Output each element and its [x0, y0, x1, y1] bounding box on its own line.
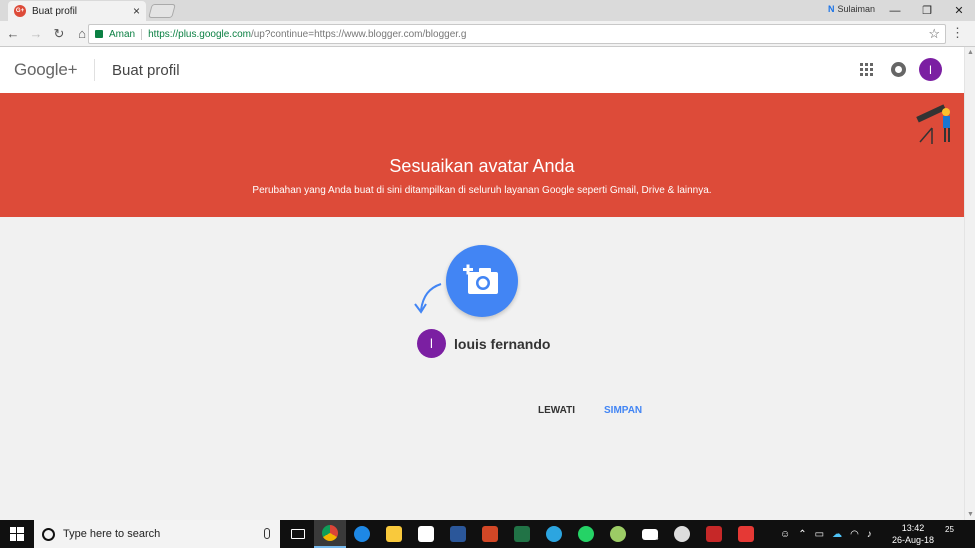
- banner-subtitle: Perubahan yang Anda buat di sini ditampi…: [252, 185, 712, 196]
- url-text: https://plus.google.com/up?continue=http…: [148, 29, 466, 40]
- change-avatar-button[interactable]: [446, 245, 518, 317]
- banner-title: Sesuaikan avatar Anda: [389, 156, 575, 176]
- windows-taskbar: Type here to search 4 ☺ ⌃ ▭ ☁ ◠ ♪ 13:42 …: [0, 520, 975, 548]
- tab-title: Buat profil: [32, 5, 78, 17]
- excel-icon[interactable]: [506, 520, 538, 548]
- bookmark-star-icon[interactable]: ☆: [928, 26, 940, 42]
- word-icon[interactable]: [442, 520, 474, 548]
- clock-date: 26-Aug-18: [891, 535, 935, 545]
- battery-icon[interactable]: ▭: [815, 529, 824, 540]
- scroll-down-icon[interactable]: ▼: [967, 511, 974, 518]
- system-tray: ☺ ⌃ ▭ ☁ ◠ ♪: [780, 520, 872, 548]
- page-scrollbar[interactable]: ▲ ▼: [964, 47, 975, 520]
- download-icon[interactable]: [698, 520, 730, 548]
- powerpoint-icon[interactable]: [474, 520, 506, 548]
- browser-toolbar: ← → ↻ ⌂ Aman https://plus.google.com/up?…: [0, 21, 975, 47]
- profile-icon: N: [828, 4, 835, 14]
- restore-icon[interactable]: ❐: [911, 0, 943, 21]
- chrome-icon[interactable]: [314, 520, 346, 548]
- start-button[interactable]: [0, 520, 34, 548]
- volume-icon[interactable]: ♪: [867, 529, 872, 540]
- mail-icon[interactable]: 4: [634, 520, 666, 548]
- reload-icon[interactable]: ↻: [49, 26, 69, 42]
- cortana-icon: [42, 527, 55, 541]
- save-button[interactable]: SIMPAN: [604, 405, 642, 416]
- title-bar: G+ Buat profil × N Sulaiman — ❐ ✕: [0, 0, 975, 21]
- url-path: /up?continue=https://www.blogger.com/blo…: [250, 28, 467, 40]
- url-host: https://plus.google.com: [148, 28, 251, 40]
- address-bar[interactable]: Aman https://plus.google.com/up?continue…: [88, 24, 946, 44]
- app-header: Google+ Buat profil l: [0, 47, 964, 93]
- file-explorer-icon[interactable]: [378, 520, 410, 548]
- onedrive-icon[interactable]: ☁: [832, 529, 842, 540]
- google-plus-favicon-icon: G+: [14, 5, 26, 17]
- skip-button[interactable]: LEWATI: [538, 405, 575, 416]
- add-photo-icon: [463, 264, 498, 294]
- whatsapp-icon[interactable]: [570, 520, 602, 548]
- hero-banner: Sesuaikan avatar Anda Perubahan yang And…: [0, 93, 964, 217]
- back-icon[interactable]: ←: [3, 26, 23, 41]
- lock-icon: [95, 30, 103, 38]
- google-plus-logo[interactable]: Google+: [14, 60, 78, 80]
- browser-profile-button[interactable]: N Sulaiman: [828, 4, 875, 14]
- telescope-illustration-icon: [916, 104, 950, 144]
- edge-icon[interactable]: [346, 520, 378, 548]
- mail-badge: 4: [654, 534, 659, 542]
- user-avatar: l: [417, 329, 446, 358]
- notifications-icon[interactable]: [891, 62, 906, 77]
- windows-logo-icon: [10, 527, 24, 541]
- apps-grid-icon[interactable]: [860, 63, 873, 76]
- new-tab-button[interactable]: [148, 4, 176, 18]
- clock-time: 13:42: [901, 523, 925, 533]
- notification-count: 25: [945, 525, 954, 534]
- pointer-arrow-icon: [414, 283, 442, 314]
- window-controls: — ❐ ✕: [879, 0, 975, 21]
- task-manager-icon[interactable]: [730, 520, 762, 548]
- scroll-up-icon[interactable]: ▲: [967, 49, 974, 56]
- microphone-icon[interactable]: [264, 528, 270, 539]
- people-icon[interactable]: ☺: [780, 529, 790, 540]
- system-clock[interactable]: 13:42 26-Aug-18: [890, 522, 936, 546]
- taskbar-search-placeholder: Type here to search: [63, 528, 161, 540]
- wifi-icon[interactable]: ◠: [850, 529, 859, 540]
- task-view-icon[interactable]: [282, 520, 314, 548]
- taskbar-apps: 4: [282, 520, 762, 548]
- tab-close-icon[interactable]: ×: [133, 4, 140, 18]
- header-divider: [94, 59, 95, 81]
- browser-menu-icon[interactable]: ⋮: [951, 25, 964, 41]
- user-name: louis fernando: [454, 336, 551, 352]
- app-icon[interactable]: [602, 520, 634, 548]
- taskbar-search-box[interactable]: Type here to search: [34, 520, 280, 548]
- close-window-icon[interactable]: ✕: [943, 0, 975, 21]
- telegram-icon[interactable]: [538, 520, 570, 548]
- show-hidden-icons-icon[interactable]: ⌃: [798, 529, 806, 540]
- app-icon-2[interactable]: [666, 520, 698, 548]
- action-center-icon[interactable]: 25: [945, 525, 963, 543]
- page-title: Buat profil: [112, 62, 180, 79]
- store-icon[interactable]: [410, 520, 442, 548]
- profile-name: Sulaiman: [837, 4, 876, 14]
- minimize-icon[interactable]: —: [879, 0, 911, 21]
- security-label: Aman: [109, 28, 143, 40]
- forward-icon[interactable]: →: [26, 26, 46, 41]
- browser-tab[interactable]: G+ Buat profil ×: [8, 1, 146, 21]
- account-avatar[interactable]: l: [919, 58, 942, 81]
